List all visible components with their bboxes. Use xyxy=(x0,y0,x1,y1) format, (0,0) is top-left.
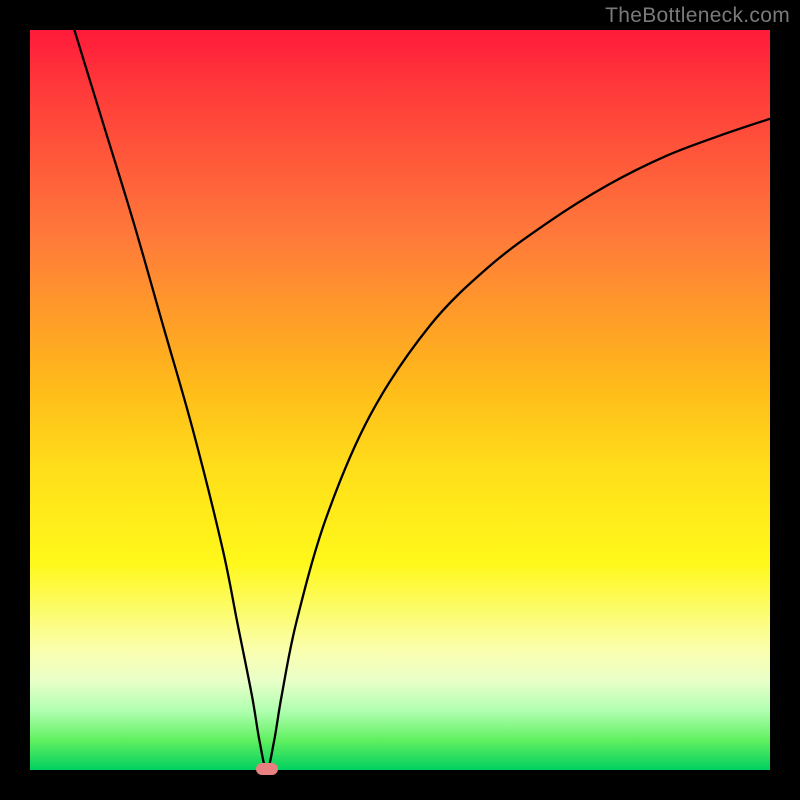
attribution-text: TheBottleneck.com xyxy=(605,4,790,28)
plot-area xyxy=(30,30,770,770)
minimum-marker-icon xyxy=(256,763,278,775)
bottleneck-curve xyxy=(30,30,770,770)
chart-frame: TheBottleneck.com xyxy=(0,0,800,800)
